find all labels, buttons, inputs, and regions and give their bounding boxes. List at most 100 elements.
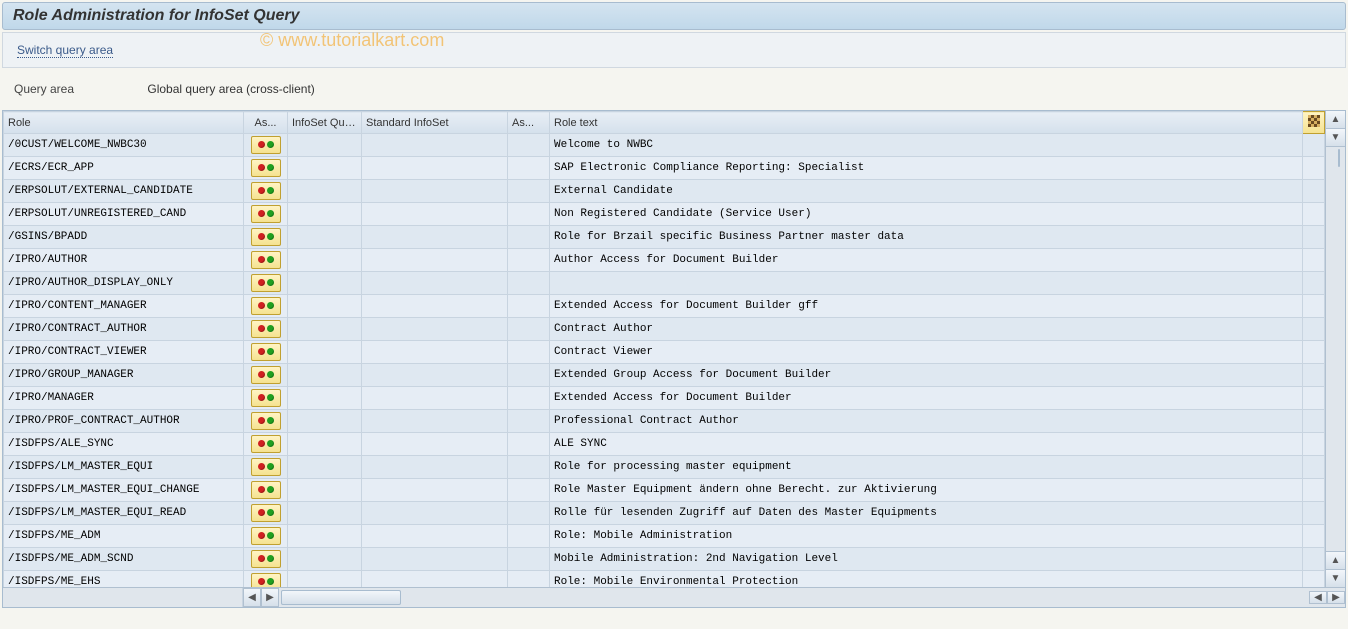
assign2-cell[interactable] (508, 364, 550, 387)
infoset-query-cell[interactable] (288, 387, 362, 410)
col-role[interactable]: Role (4, 112, 244, 134)
table-row[interactable]: /IPRO/CONTENT_MANAGERExtended Access for… (4, 295, 1325, 318)
standard-infoset-cell[interactable] (362, 134, 508, 157)
role-cell[interactable]: /0CUST/WELCOME_NWBC30 (4, 134, 244, 157)
assign-infoset-icon[interactable] (251, 182, 281, 200)
assign2-cell[interactable] (508, 387, 550, 410)
standard-infoset-cell[interactable] (362, 272, 508, 295)
infoset-query-cell[interactable] (288, 318, 362, 341)
role-text-cell[interactable]: Extended Access for Document Builder gff (550, 295, 1303, 318)
assign-infoset-icon[interactable] (251, 389, 281, 407)
assign2-cell[interactable] (508, 226, 550, 249)
standard-infoset-cell[interactable] (362, 502, 508, 525)
table-row[interactable]: /ISDFPS/ME_ADM_SCNDMobile Administration… (4, 548, 1325, 571)
role-cell[interactable]: /ISDFPS/LM_MASTER_EQUI_CHANGE (4, 479, 244, 502)
role-cell[interactable]: /ERPSOLUT/UNREGISTERED_CAND (4, 203, 244, 226)
assign2-cell[interactable] (508, 272, 550, 295)
infoset-query-cell[interactable] (288, 433, 362, 456)
assign-infoset-icon[interactable] (251, 159, 281, 177)
role-cell[interactable]: /ISDFPS/ME_ADM_SCND (4, 548, 244, 571)
role-cell[interactable]: /ISDFPS/ME_EHS (4, 571, 244, 588)
assign2-cell[interactable] (508, 525, 550, 548)
table-row[interactable]: /IPRO/CONTRACT_VIEWERContract Viewer (4, 341, 1325, 364)
standard-infoset-cell[interactable] (362, 571, 508, 588)
table-config-button[interactable] (1303, 112, 1325, 134)
assign2-cell[interactable] (508, 180, 550, 203)
role-cell[interactable]: /ISDFPS/LM_MASTER_EQUI (4, 456, 244, 479)
role-text-cell[interactable]: Contract Author (550, 318, 1303, 341)
assign2-cell[interactable] (508, 203, 550, 226)
infoset-query-cell[interactable] (288, 134, 362, 157)
assign2-cell[interactable] (508, 341, 550, 364)
assign2-cell[interactable] (508, 295, 550, 318)
table-row[interactable]: /IPRO/PROF_CONTRACT_AUTHOR Professional C… (4, 410, 1325, 433)
table-row[interactable]: /ISDFPS/ME_ADM Role: Mobile Administratio… (4, 525, 1325, 548)
assign-infoset-icon[interactable] (251, 251, 281, 269)
role-text-cell[interactable]: Role for Brzail specific Business Partne… (550, 226, 1303, 249)
standard-infoset-cell[interactable] (362, 295, 508, 318)
scroll-up-arrow[interactable]: ▲ (1326, 111, 1345, 129)
assign2-cell[interactable] (508, 134, 550, 157)
infoset-query-cell[interactable] (288, 341, 362, 364)
assign2-cell[interactable] (508, 157, 550, 180)
role-cell[interactable]: /ISDFPS/ME_ADM (4, 525, 244, 548)
role-text-cell[interactable]: Author Access for Document Builder (550, 249, 1303, 272)
standard-infoset-cell[interactable] (362, 203, 508, 226)
scroll-down-arrow[interactable]: ▼ (1326, 569, 1345, 587)
col-assign[interactable]: As... (244, 112, 288, 134)
role-text-cell[interactable] (550, 272, 1303, 295)
role-text-cell[interactable]: Contract Viewer (550, 341, 1303, 364)
role-text-cell[interactable]: Non Registered Candidate (Service User) (550, 203, 1303, 226)
table-row[interactable]: /IPRO/AUTHORAuthor Access for Document B… (4, 249, 1325, 272)
infoset-query-cell[interactable] (288, 571, 362, 588)
assign-infoset-icon[interactable] (251, 412, 281, 430)
standard-infoset-cell[interactable] (362, 249, 508, 272)
role-cell[interactable]: /IPRO/AUTHOR_DISPLAY_ONLY (4, 272, 244, 295)
standard-infoset-cell[interactable] (362, 157, 508, 180)
scroll-thumb[interactable] (1338, 149, 1340, 167)
role-text-cell[interactable]: Rolle für lesenden Zugriff auf Daten des… (550, 502, 1303, 525)
infoset-query-cell[interactable] (288, 502, 362, 525)
standard-infoset-cell[interactable] (362, 548, 508, 571)
assign2-cell[interactable] (508, 456, 550, 479)
assign2-cell[interactable] (508, 571, 550, 588)
role-cell[interactable]: /GSINS/BPADD (4, 226, 244, 249)
role-cell[interactable]: /ERPSOLUT/EXTERNAL_CANDIDATE (4, 180, 244, 203)
assign-infoset-icon[interactable] (251, 136, 281, 154)
col-infoset-query[interactable]: InfoSet Quer... (288, 112, 362, 134)
hscroll-left2[interactable]: ◀ (1309, 591, 1327, 604)
table-row[interactable]: /IPRO/AUTHOR_DISPLAY_ONLY (4, 272, 1325, 295)
role-cell[interactable]: /ISDFPS/ALE_SYNC (4, 433, 244, 456)
assign-infoset-icon[interactable] (251, 274, 281, 292)
role-text-cell[interactable]: Professional Contract Author (550, 410, 1303, 433)
assign-infoset-icon[interactable] (251, 320, 281, 338)
standard-infoset-cell[interactable] (362, 410, 508, 433)
vertical-scrollbar[interactable]: ▲ ▼ ▲ ▼ (1325, 111, 1345, 587)
col-assign2[interactable]: As... (508, 112, 550, 134)
role-text-cell[interactable]: Extended Access for Document Builder (550, 387, 1303, 410)
standard-infoset-cell[interactable] (362, 433, 508, 456)
assign-infoset-icon[interactable] (251, 205, 281, 223)
infoset-query-cell[interactable] (288, 226, 362, 249)
hscroll-left[interactable]: ◀ (243, 588, 261, 607)
table-row[interactable]: /ISDFPS/LM_MASTER_EQUI Role for processin… (4, 456, 1325, 479)
role-text-cell[interactable]: Role: Mobile Administration (550, 525, 1303, 548)
hscroll-thumb[interactable] (281, 590, 401, 605)
assign2-cell[interactable] (508, 433, 550, 456)
assign-infoset-icon[interactable] (251, 343, 281, 361)
table-row[interactable]: /ISDFPS/ME_EHSRole: Mobile Environmental… (4, 571, 1325, 588)
infoset-query-cell[interactable] (288, 456, 362, 479)
infoset-query-cell[interactable] (288, 364, 362, 387)
table-row[interactable]: /IPRO/MANAGERExtended Access for Documen… (4, 387, 1325, 410)
table-row[interactable]: /GSINS/BPADD Role for Brzail specific Bus… (4, 226, 1325, 249)
infoset-query-cell[interactable] (288, 157, 362, 180)
role-cell[interactable]: /IPRO/PROF_CONTRACT_AUTHOR (4, 410, 244, 433)
assign-infoset-icon[interactable] (251, 435, 281, 453)
assign-infoset-icon[interactable] (251, 297, 281, 315)
infoset-query-cell[interactable] (288, 295, 362, 318)
assign2-cell[interactable] (508, 502, 550, 525)
hscroll-right2[interactable]: ▶ (1327, 591, 1345, 604)
infoset-query-cell[interactable] (288, 410, 362, 433)
assign-infoset-icon[interactable] (251, 458, 281, 476)
role-text-cell[interactable]: Role for processing master equipment (550, 456, 1303, 479)
